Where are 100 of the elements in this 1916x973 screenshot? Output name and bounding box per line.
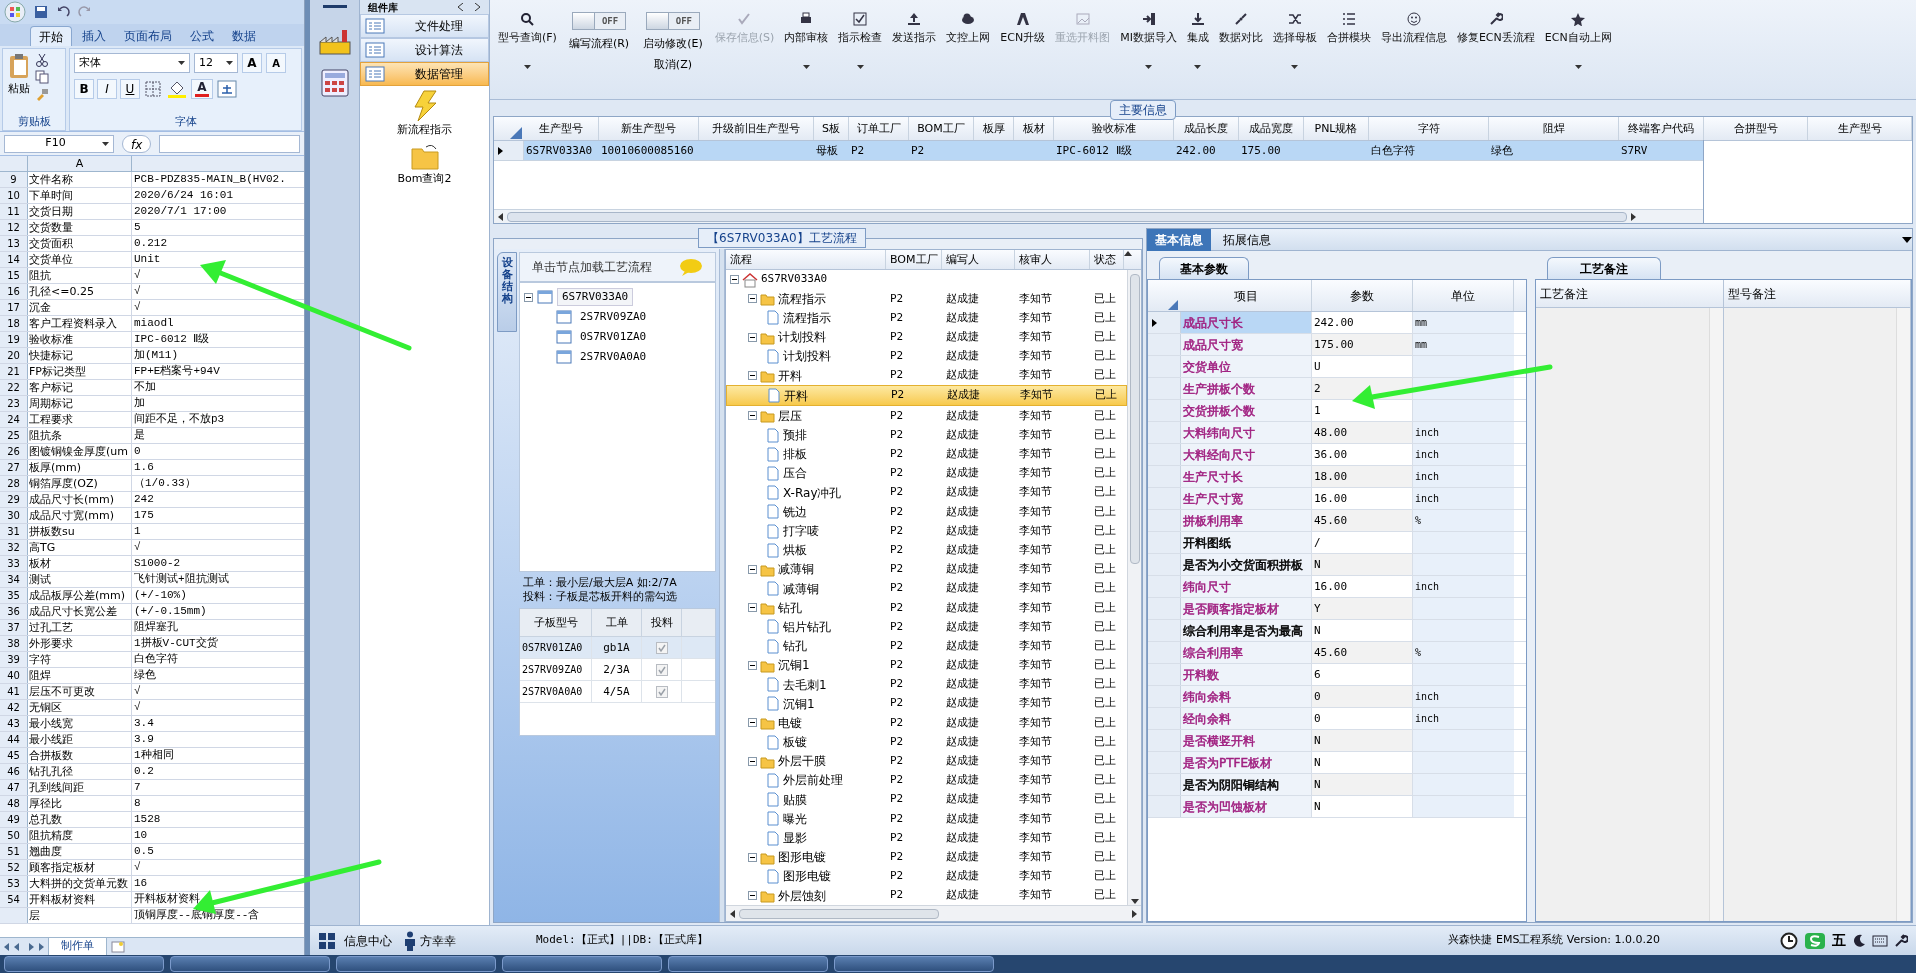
collapse-icon[interactable]: [748, 852, 757, 862]
row-header[interactable]: 40: [0, 668, 28, 683]
tree-row[interactable]: 电镀 P2 赵成捷 李知节 已上: [726, 713, 1127, 733]
table-row[interactable]: 经向余料 0 inch: [1148, 708, 1526, 730]
tool-item[interactable]: Bom查询2: [360, 142, 489, 187]
tree-item[interactable]: 6S7RV033A0: [557, 287, 634, 307]
row-header[interactable]: 16: [0, 284, 28, 299]
name-box[interactable]: F10: [4, 134, 114, 153]
row-header[interactable]: 50: [0, 828, 28, 843]
shrink-font-button[interactable]: A: [266, 53, 286, 73]
row-header[interactable]: 18: [0, 316, 28, 331]
tree-row[interactable]: 减薄铜 P2 赵成捷 李知节 已上: [726, 579, 1127, 599]
table-row[interactable]: 交货单位 U: [1148, 356, 1526, 378]
row-header[interactable]: 22: [0, 380, 28, 395]
ime-mode[interactable]: 五: [1832, 930, 1846, 951]
row-header[interactable]: 44: [0, 732, 28, 747]
tree-row[interactable]: 沉铜1 P2 赵成捷 李知节 已上: [726, 694, 1127, 714]
collapse-icon[interactable]: [730, 275, 739, 285]
brush-icon[interactable]: [35, 87, 49, 101]
vertical-scrollbar[interactable]: [1127, 270, 1141, 905]
tree-row[interactable]: 流程指示 P2 赵成捷 李知节 已上: [726, 289, 1127, 309]
font-size-field[interactable]: 12: [194, 53, 238, 73]
calculator-icon[interactable]: [318, 68, 351, 100]
tree-row[interactable]: 开料 P2 赵成捷 李知节 已上: [726, 385, 1127, 407]
toolbar-button[interactable]: 导出流程信息: [1376, 12, 1451, 47]
toolbar-button[interactable]: 文控上网: [942, 12, 995, 47]
status-link[interactable]: 信息中心: [344, 931, 392, 950]
table-row[interactable]: 0S7RV01ZA0 gb1A: [520, 637, 715, 659]
row-header[interactable]: 42: [0, 700, 28, 715]
tree-item[interactable]: 2S7RV0A0A0: [576, 348, 651, 366]
row-header[interactable]: 51: [0, 844, 28, 859]
table-row[interactable]: 2S7RV09ZA0 2/3A: [520, 659, 715, 681]
paste-label[interactable]: 粘贴: [8, 81, 30, 98]
row-header[interactable]: 20: [0, 348, 28, 363]
tree-row[interactable]: 排板 P2 赵成捷 李知节 已上: [726, 444, 1127, 464]
tab[interactable]: 基本参数: [1159, 257, 1249, 279]
tree-row[interactable]: 外层蚀刻 P2 赵成捷 李知节 已上: [726, 886, 1127, 905]
collapse-icon[interactable]: [748, 891, 757, 901]
table-row[interactable]: 开料数 6: [1148, 664, 1526, 686]
taskbar-button[interactable]: [834, 956, 994, 972]
tree-row[interactable]: 预排 P2 赵成捷 李知节 已上: [726, 425, 1127, 445]
tree-row[interactable]: 计划投料 P2 赵成捷 李知节 已上: [726, 346, 1127, 366]
phonetic-guide-icon[interactable]: [216, 79, 238, 99]
row-header[interactable]: 35: [0, 588, 28, 603]
wrench-icon[interactable]: [1894, 933, 1908, 948]
scroll-up-icon[interactable]: [1124, 250, 1132, 256]
scissors-icon[interactable]: [35, 53, 49, 67]
row-header[interactable]: 15: [0, 268, 28, 283]
font-name-field[interactable]: 宋体: [74, 53, 190, 73]
row-header[interactable]: 38: [0, 636, 28, 651]
toolbar-button[interactable]: 选择母板: [1268, 12, 1321, 69]
grid-squares-icon[interactable]: [318, 931, 336, 950]
table-row[interactable]: 拼板利用率 45.60 %: [1148, 510, 1526, 532]
row-header[interactable]: 36: [0, 604, 28, 619]
table-row[interactable]: 是否为PTFE板材 N: [1148, 752, 1526, 774]
row-header[interactable]: 32: [0, 540, 28, 555]
row-header[interactable]: 12: [0, 220, 28, 235]
tree-row[interactable]: 铝片钻孔 P2 赵成捷 李知节 已上: [726, 617, 1127, 637]
tree-row[interactable]: 沉铜1 P2 赵成捷 李知节 已上: [726, 655, 1127, 675]
row-header[interactable]: 48: [0, 796, 28, 811]
table-row[interactable]: 纬向余料 0 inch: [1148, 686, 1526, 708]
toolbar-button[interactable]: 数据对比: [1214, 12, 1267, 47]
row-header[interactable]: 45: [0, 748, 28, 763]
table-row[interactable]: 大料纬向尺寸 48.00 inch: [1148, 422, 1526, 444]
table-row[interactable]: 成品尺寸长 242.00 mm: [1148, 312, 1526, 334]
nav-item[interactable]: 数据管理: [360, 62, 489, 86]
table-row[interactable]: 开料图纸 /: [1148, 532, 1526, 554]
bold-button[interactable]: B: [74, 79, 94, 99]
tree-row[interactable]: 烘板 P2 赵成捷 李知节 已上: [726, 540, 1127, 560]
table-row[interactable]: 2S7RV0A0A0 4/5A: [520, 681, 715, 703]
row-header[interactable]: 54: [0, 892, 28, 907]
tree-row[interactable]: 曝光 P2 赵成捷 李知节 已上: [726, 809, 1127, 829]
row-header[interactable]: 43: [0, 716, 28, 731]
checkbox[interactable]: [655, 663, 668, 676]
table-row[interactable]: 生产拼板个数 2: [1148, 378, 1526, 400]
row-header[interactable]: 25: [0, 428, 28, 443]
tree-row[interactable]: 计划投料 P2 赵成捷 李知节 已上: [726, 327, 1127, 347]
collapse-icon[interactable]: [748, 718, 757, 728]
taskbar-button[interactable]: [170, 956, 330, 972]
table-row[interactable]: 成品尺寸宽 175.00 mm: [1148, 334, 1526, 356]
tree-row[interactable]: 外层干膜 P2 赵成捷 李知节 已上: [726, 751, 1127, 771]
collapse-icon[interactable]: [748, 756, 757, 766]
copy-icon[interactable]: [35, 70, 49, 84]
toolbar-button[interactable]: MI数据导入: [1116, 12, 1181, 69]
row-header[interactable]: 37: [0, 620, 28, 635]
tree-row[interactable]: 贴膜 P2 赵成捷 李知节 已上: [726, 790, 1127, 810]
formula-field[interactable]: [159, 134, 300, 153]
tree-row[interactable]: 钻孔 P2 赵成捷 李知节 已上: [726, 636, 1127, 656]
row-header[interactable]: 10: [0, 188, 28, 203]
table-row[interactable]: 是否横竖开料 N: [1148, 730, 1526, 752]
menu-bar-icon[interactable]: [322, 4, 347, 10]
row-header[interactable]: 21: [0, 364, 28, 379]
toggle-switch[interactable]: OFF 启动修改(E) 取消(Z): [637, 12, 709, 73]
toggle-switch[interactable]: OFF 编写流程(R): [562, 12, 636, 53]
table-row[interactable]: 是否为凹蚀板材 N: [1148, 796, 1526, 818]
checkbox[interactable]: [655, 685, 668, 698]
clock-icon[interactable]: [1780, 931, 1798, 950]
save-icon[interactable]: [34, 5, 48, 19]
row-header[interactable]: 9: [0, 172, 28, 187]
toolbar-button[interactable]: 型号查询(F): [494, 12, 561, 69]
